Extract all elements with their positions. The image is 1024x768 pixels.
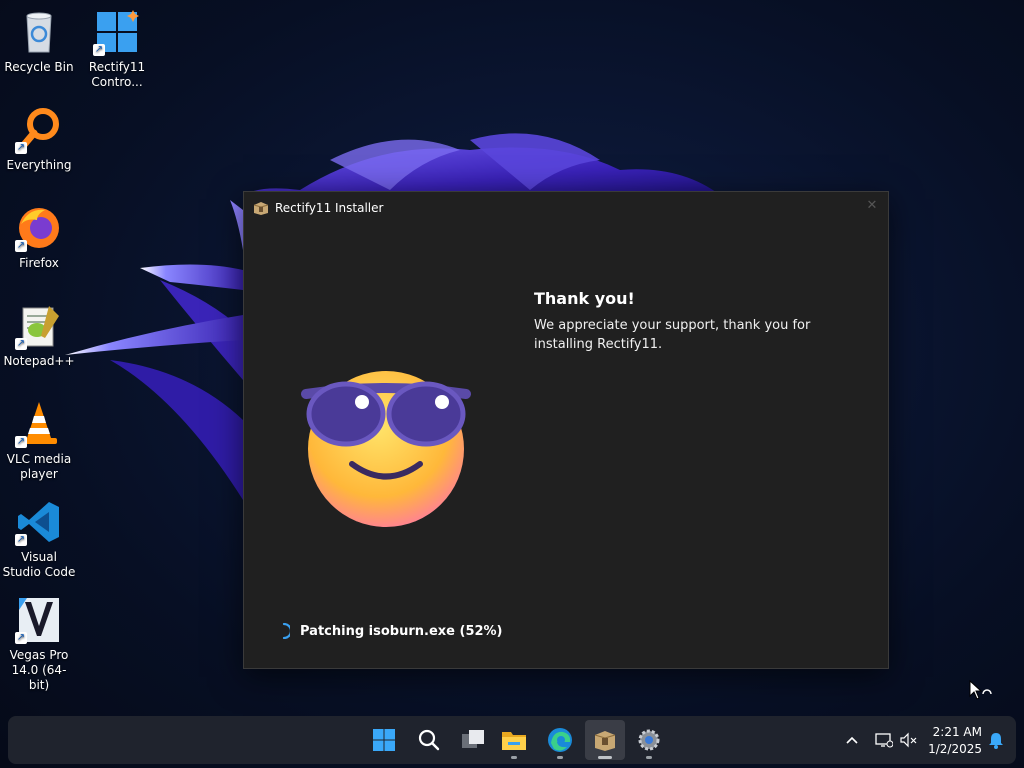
desktop-icon-label: Everything [6, 158, 72, 172]
settings-icon [638, 729, 660, 751]
desktop-icon-everything[interactable]: ↗ Everything [2, 106, 76, 173]
edge-icon [548, 728, 572, 752]
file-explorer-icon [502, 732, 526, 750]
start-button[interactable] [364, 720, 404, 760]
clock-time: 2:21 AM [932, 725, 982, 739]
desktop-icon-label: Notepad++ [3, 354, 75, 368]
desktop-icon-notepadpp[interactable]: ↗ Notepad++ [2, 302, 76, 369]
desktop-icon-label: Vegas Pro 14.0 (64-bit) [9, 648, 69, 692]
search-icon [418, 729, 440, 751]
installer-box-icon [253, 201, 269, 215]
running-indicator [646, 756, 652, 759]
shortcut-arrow-icon: ↗ [15, 338, 27, 350]
desktop-icon-label: Recycle Bin [4, 60, 74, 74]
start-icon [373, 729, 395, 751]
volume-muted-icon [900, 732, 917, 748]
vscode-icon: ↗ [15, 498, 63, 546]
shortcut-arrow-icon: ↗ [15, 632, 27, 644]
taskbar: 2:21 AM 1/2/2025 [8, 716, 1016, 764]
running-indicator [511, 756, 517, 759]
install-status: Patching isoburn.exe (52%) [276, 623, 503, 639]
firefox-icon: ↗ [15, 204, 63, 252]
running-indicator [557, 756, 563, 759]
settings-button[interactable] [629, 720, 669, 760]
thank-you-heading: Thank you! [534, 289, 635, 308]
close-icon[interactable]: ✕ [864, 198, 880, 214]
chevron-up-icon [846, 736, 858, 744]
desktop-icon-vegas-pro[interactable]: ↗ Vegas Pro 14.0 (64-bit) [2, 596, 76, 693]
desktop-icon-vscode[interactable]: ↗ Visual Studio Code [2, 498, 76, 580]
desktop-icon-label: Firefox [19, 256, 59, 270]
shortcut-arrow-icon: ↗ [93, 44, 105, 56]
installer-icon [594, 731, 616, 751]
windows-logo-icon: ↗ [93, 8, 141, 56]
task-view-button[interactable] [453, 720, 493, 760]
search-button[interactable] [409, 720, 449, 760]
shortcut-arrow-icon: ↗ [15, 240, 27, 252]
shortcut-arrow-icon: ↗ [15, 534, 27, 546]
task-view-icon [462, 730, 484, 748]
window-titlebar[interactable]: Rectify11 Installer ✕ [244, 192, 888, 223]
desktop-icon-vlc[interactable]: ↗ VLC media player [2, 400, 76, 482]
volume-button[interactable] [899, 730, 919, 750]
magnifier-icon: ↗ [15, 106, 63, 154]
notepad-plus-icon: ↗ [15, 302, 63, 350]
active-indicator [598, 756, 612, 759]
network-disconnected-icon [875, 733, 893, 748]
shortcut-arrow-icon: ↗ [15, 436, 27, 448]
window-title: Rectify11 Installer [275, 200, 384, 215]
installer-taskbar-button[interactable] [585, 720, 625, 760]
show-hidden-icons-button[interactable] [842, 730, 862, 750]
clock[interactable]: 2:21 AM 1/2/2025 [928, 724, 982, 758]
edge-button[interactable] [540, 720, 580, 760]
thank-you-message: We appreciate your support, thank you fo… [534, 318, 811, 352]
desktop-icon-label: Visual Studio Code [2, 550, 76, 579]
status-text: Patching isoburn.exe (52%) [300, 623, 503, 639]
desktop-icon-recycle-bin[interactable]: Recycle Bin [2, 8, 76, 75]
bell-icon [989, 733, 1003, 749]
spinner-icon [282, 623, 290, 639]
sunglasses-emoji-icon [301, 371, 471, 527]
clock-date: 1/2/2025 [928, 742, 982, 756]
desktop-icon-firefox[interactable]: ↗ Firefox [2, 204, 76, 271]
vegas-pro-icon: ↗ [15, 596, 63, 644]
file-explorer-button[interactable] [494, 720, 534, 760]
shortcut-arrow-icon: ↗ [15, 142, 27, 154]
mouse-cursor-icon [969, 680, 992, 700]
desktop-icon-rectify11-control[interactable]: ↗ Rectify11 Contro... [80, 8, 154, 90]
vlc-cone-icon: ↗ [15, 400, 63, 448]
desktop-icon-label: VLC media player [6, 452, 72, 481]
installer-window: Rectify11 Installer ✕ Thank you! We appr… [243, 191, 889, 669]
network-button[interactable] [874, 730, 894, 750]
desktop-icon-label: Rectify11 Contro... [88, 60, 146, 89]
notifications-button[interactable] [986, 730, 1006, 750]
recycle-bin-icon [15, 8, 63, 56]
